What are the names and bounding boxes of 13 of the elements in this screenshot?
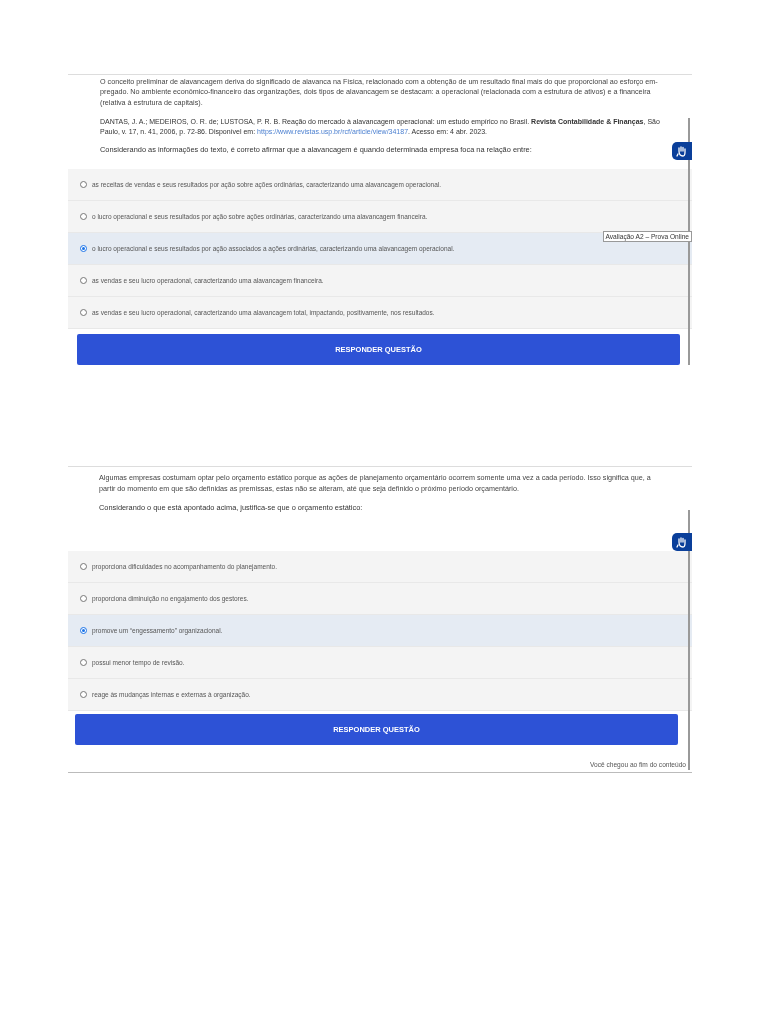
radio-button[interactable] [80,627,87,635]
radio-button[interactable] [80,563,87,571]
accessibility-hand-icon[interactable] [672,142,692,160]
radio-button[interactable] [80,309,87,317]
radio-button[interactable] [80,181,87,189]
radio-button[interactable] [80,213,87,221]
radio-button[interactable] [80,245,87,253]
radio-button[interactable] [80,691,87,699]
radio-button[interactable] [80,659,87,667]
scrollbar[interactable] [688,510,690,771]
accessibility-hand-icon[interactable] [672,533,692,552]
radio-button[interactable] [80,595,87,603]
radio-button[interactable] [80,277,87,285]
